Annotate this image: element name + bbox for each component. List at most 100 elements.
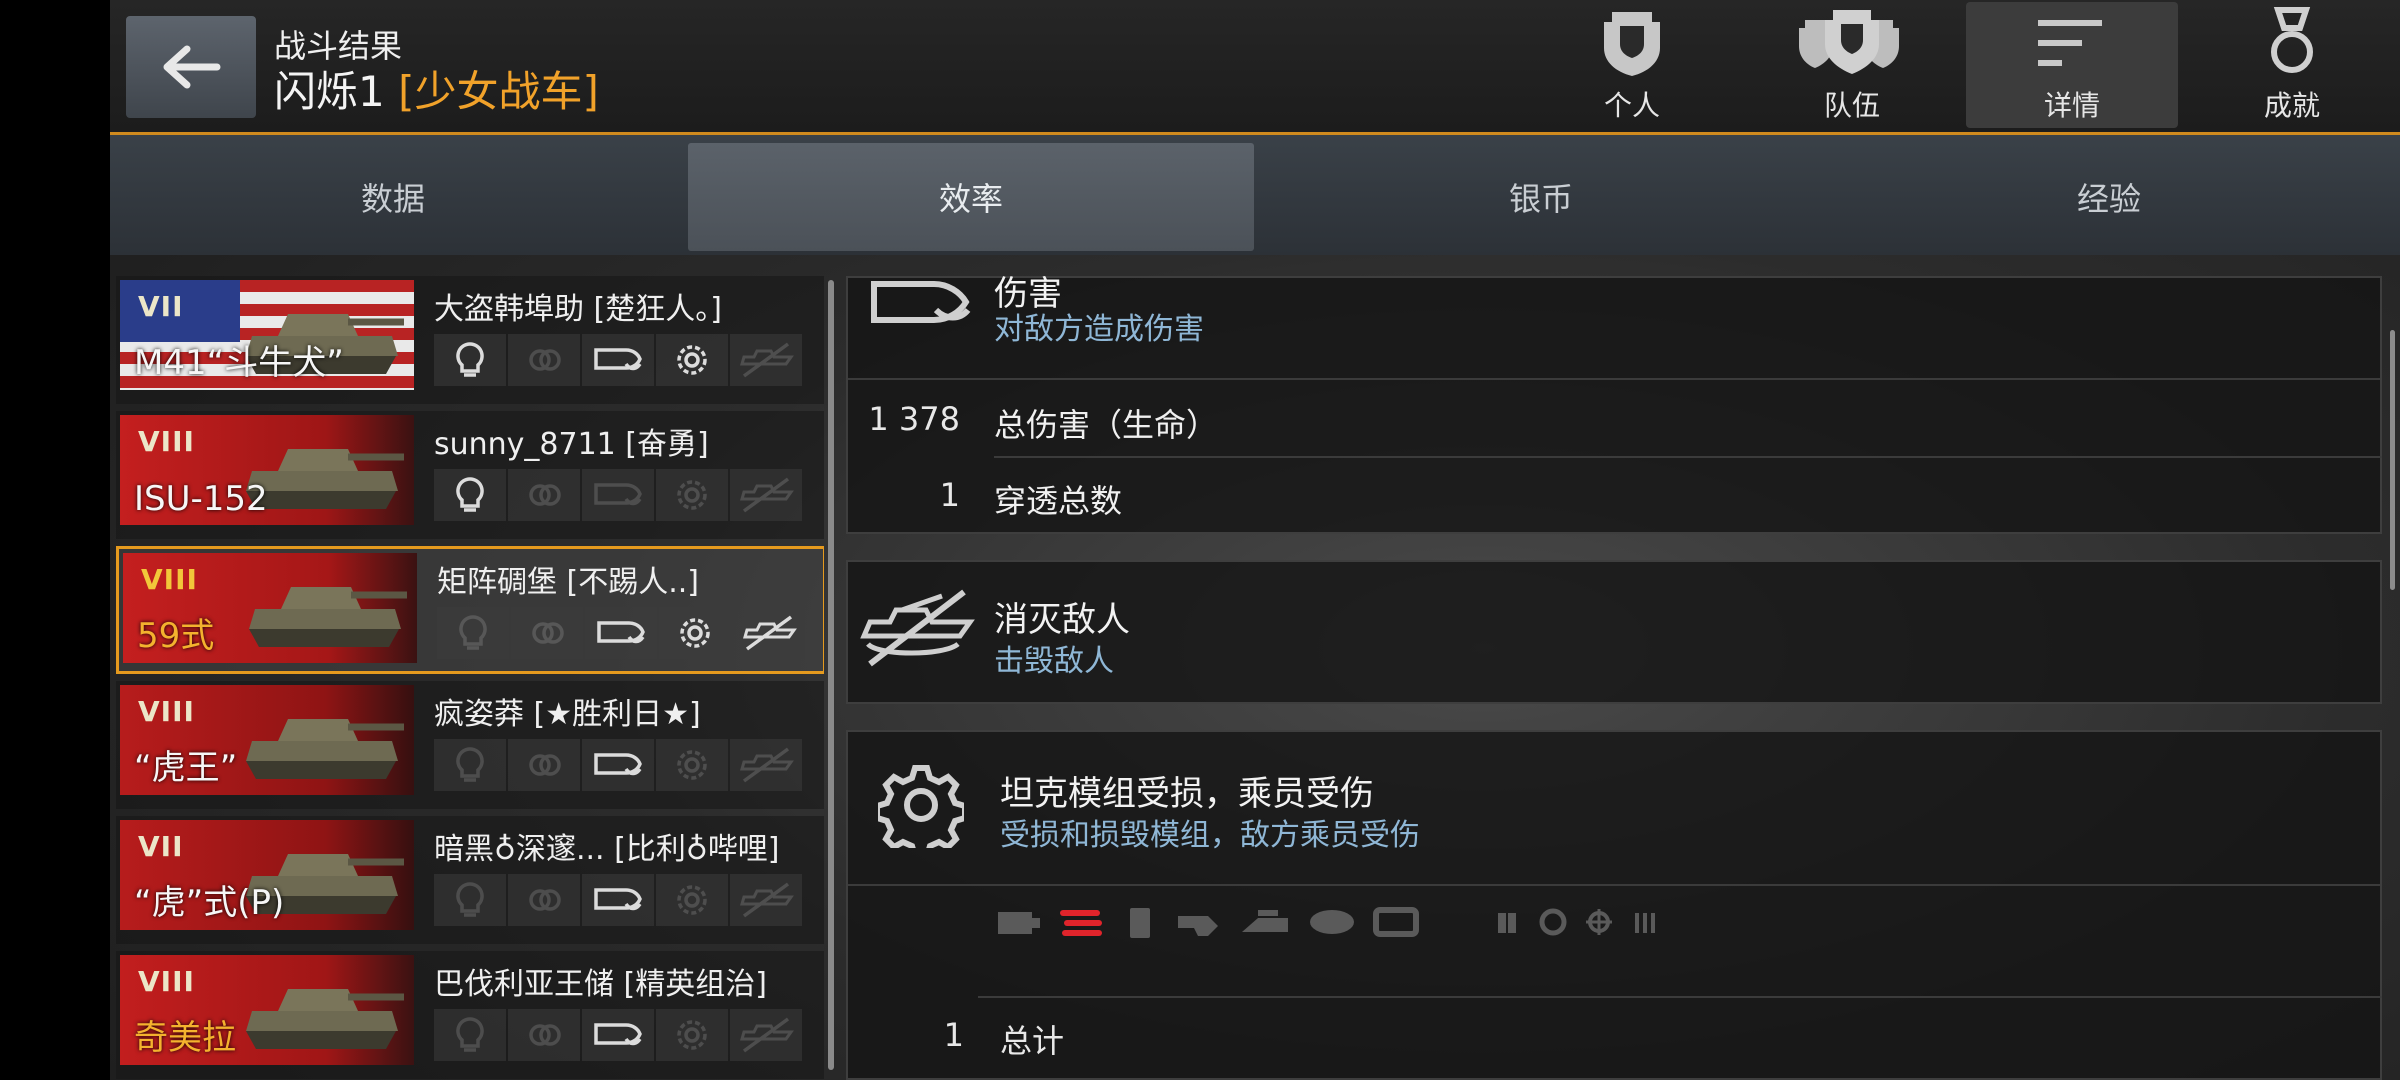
player-name: 巴伐利亚王储 [精英组治] (434, 967, 767, 1002)
details-icon (2038, 20, 2102, 66)
clan-tag: [少女战车] (398, 67, 599, 116)
modules-title: 坦克模组受损，乘员受伤 (1000, 774, 1374, 814)
tab-personal[interactable]: 个人 (1526, 2, 1738, 128)
screen-subtitle: 战斗结果 (274, 27, 403, 65)
player-row[interactable]: VIII 59式 矩阵碉堡 [不踢人..] (116, 546, 824, 674)
lightbulb-icon (459, 615, 487, 650)
player-name: 疯姿莽 [★胜利日★] (434, 697, 701, 732)
map-name: 闪烁1 (274, 67, 385, 116)
damage-subtitle: 对敌方造成伤害 (994, 312, 1204, 347)
gear-icon (677, 885, 707, 915)
award-slot (656, 739, 728, 791)
subtab-data[interactable]: 数据 (110, 143, 676, 251)
kills-title: 消灭敌人 (994, 600, 1130, 640)
damage-total-label: 总伤害（生命） (994, 406, 1219, 444)
lightbulb-icon (456, 747, 484, 782)
tab-achievements[interactable]: 成就 (2186, 2, 2398, 128)
player-list-scrollbar[interactable] (828, 280, 834, 1070)
track-icon (1060, 910, 1102, 936)
gear-icon (677, 750, 707, 780)
award-slot (656, 469, 728, 521)
award-slot (656, 874, 728, 926)
award-slot (730, 1009, 802, 1061)
player-list: VII M41“斗牛犬” 大盗韩埠助 [楚狂人。] VIII ISU-152 sunny… (110, 276, 824, 1080)
kills-panel: 消灭敌人 击毁敌人 (846, 560, 2382, 704)
tank-tier: VII (138, 830, 184, 863)
lightbulb-icon (456, 1017, 484, 1052)
player-row[interactable]: VII “虎”式(P) 暗黑♁深邃... [比利♁哔哩] (116, 816, 824, 944)
destroyed-tank-icon (740, 1017, 794, 1053)
award-slot (437, 607, 509, 659)
back-button[interactable] (126, 16, 256, 118)
damage-row-divider (994, 456, 2382, 458)
award-strip (434, 1009, 802, 1061)
penetrations-value: 1 (939, 476, 960, 514)
assist-icon (529, 754, 561, 776)
destroyed-tank-icon (740, 342, 794, 378)
damage-total-row: 1 378 总伤害（生命） (848, 384, 2380, 462)
destroyed-tank-icon (743, 615, 797, 651)
assist-icon (532, 622, 564, 644)
tank-name: 59式 (137, 616, 215, 656)
destroyed-tank-icon (740, 477, 794, 513)
award-slot (733, 607, 805, 659)
damage-divider (848, 378, 2380, 380)
damage-panel: 伤害 对敌方造成伤害 1 378 总伤害（生命） 1 穿透总数 (846, 274, 2382, 534)
lightbulb-icon (456, 477, 484, 512)
award-slot (508, 469, 580, 521)
modules-panel: 坦克模组受损，乘员受伤 受损和损毁模组，敌方乘员受伤 1 总计 (846, 730, 2382, 1080)
award-slot (434, 334, 506, 386)
damage-total-value: 1 378 (868, 400, 960, 438)
assist-icon (529, 484, 561, 506)
award-slot (508, 739, 580, 791)
battle-title: 闪烁1 [少女战车] (274, 66, 599, 118)
tank-name: “虎王” (134, 748, 238, 788)
gear-icon (680, 618, 710, 648)
player-name: sunny_8711 [奋勇] (434, 427, 709, 462)
shell-icon (871, 281, 971, 323)
gun-icon (1178, 916, 1218, 936)
award-strip (434, 874, 802, 926)
gear-icon (677, 480, 707, 510)
tank-tier: VIII (138, 965, 195, 998)
player-row[interactable]: VIII ISU-152 sunny_8711 [奋勇] (116, 411, 824, 539)
tab-personal-label: 个人 (1603, 89, 1660, 122)
gear-icon (677, 1020, 707, 1050)
award-slot (582, 739, 654, 791)
award-slot (508, 874, 580, 926)
subtab-silver[interactable]: 银币 (1258, 143, 1824, 251)
modules-row-divider (978, 996, 2382, 998)
title-block: 战斗结果 闪烁1 [少女战车] (274, 26, 599, 118)
player-row[interactable]: VII M41“斗牛犬” 大盗韩埠助 [楚狂人。] (116, 276, 824, 404)
player-row[interactable]: VIII 奇美拉 巴伐利亚王储 [精英组治] (116, 951, 824, 1079)
details-scrollbar[interactable] (2390, 330, 2395, 590)
award-slot (730, 874, 802, 926)
driver-icon (1539, 908, 1567, 936)
player-name: 大盗韩埠助 [楚狂人。] (434, 292, 722, 327)
team-icon (1799, 10, 1899, 74)
award-strip (434, 469, 802, 521)
commander-icon (1498, 913, 1516, 933)
player-row[interactable]: VIII “虎王” 疯姿莽 [★胜利日★] (116, 681, 824, 809)
tab-details[interactable]: 详情 (1966, 2, 2178, 128)
tank-name: “虎”式(P) (134, 883, 285, 923)
subtab-experience[interactable]: 经验 (1826, 143, 2392, 251)
kills-subtitle: 击毁敌人 (994, 644, 1114, 679)
tab-team[interactable]: 队伍 (1746, 2, 1958, 128)
gear-icon (878, 765, 964, 848)
award-slot (582, 1009, 654, 1061)
tank-card: VII “虎”式(P) (120, 820, 414, 930)
arrow-left-icon (163, 45, 221, 89)
loader-icon (1635, 913, 1655, 933)
ammo-icon (1310, 910, 1354, 934)
award-slot (730, 739, 802, 791)
subtab-efficiency[interactable]: 效率 (688, 143, 1254, 251)
destroyed-tank-icon (740, 882, 794, 918)
tank-image (246, 989, 404, 1049)
shell-icon (594, 1023, 642, 1046)
shell-icon (597, 621, 645, 644)
award-slot (434, 739, 506, 791)
tank-name: ISU-152 (134, 479, 268, 519)
modules-divider (848, 884, 2380, 886)
award-slot (730, 334, 802, 386)
